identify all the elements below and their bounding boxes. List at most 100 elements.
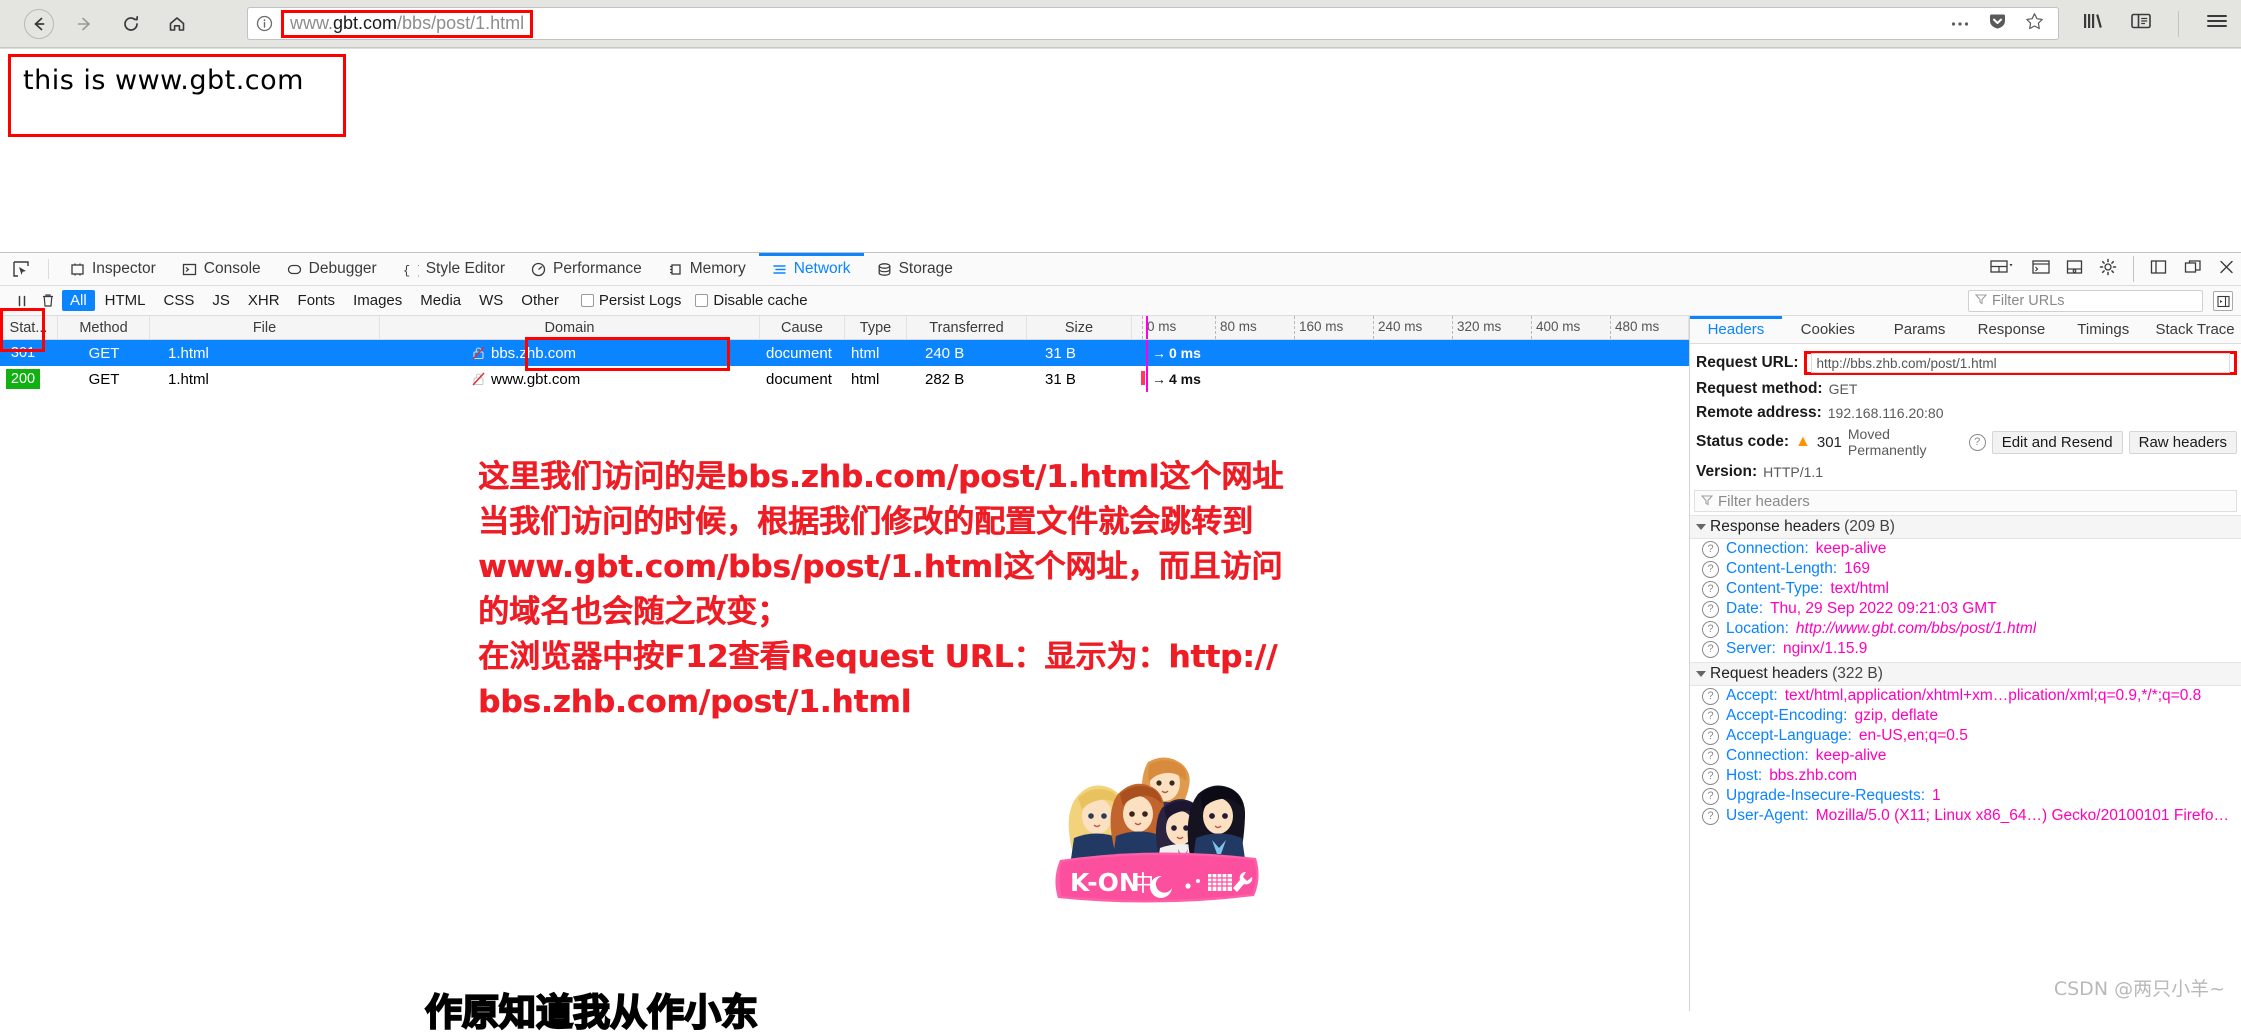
screenshot-icon[interactable] xyxy=(2066,259,2083,280)
network-filter-ws[interactable]: WS xyxy=(471,290,511,311)
filter-headers-input[interactable]: Filter headers xyxy=(1694,490,2237,512)
network-filter-html[interactable]: HTML xyxy=(97,290,154,311)
close-icon[interactable] xyxy=(2218,259,2235,280)
row-timeline: → 4 ms xyxy=(1132,366,1689,392)
request-url-value[interactable]: http://bbs.zhb.com/post/1.html xyxy=(1811,353,2230,373)
element-picker-icon[interactable] xyxy=(8,257,34,281)
header-name: Host: xyxy=(1726,767,1763,784)
help-icon[interactable]: ? xyxy=(1702,767,1719,785)
column-header-type[interactable]: Type xyxy=(845,316,907,339)
back-arrow-icon[interactable] xyxy=(24,8,54,39)
devtools-tab-storage[interactable]: Storage xyxy=(864,253,966,286)
filter-urls-input[interactable]: Filter URLs xyxy=(1968,290,2203,312)
memory-icon xyxy=(668,262,683,277)
column-header-status[interactable]: Stat... xyxy=(0,316,58,339)
detach-window-icon[interactable] xyxy=(2184,259,2202,280)
header-name: Content-Length: xyxy=(1726,560,1838,577)
help-icon[interactable]: ? xyxy=(1702,707,1719,725)
help-icon[interactable]: ? xyxy=(1702,580,1719,598)
responsive-layout-icon[interactable] xyxy=(1990,259,2016,280)
annotation-text: 这里我们访问的是bbs.zhb.com/post/1.html这个网址 当我们访… xyxy=(478,455,1378,725)
tab-label: Inspector xyxy=(92,260,156,277)
library-icon[interactable] xyxy=(2082,11,2104,36)
performance-icon xyxy=(531,262,546,277)
raw-headers-button[interactable]: Raw headers xyxy=(2128,430,2237,454)
help-icon[interactable]: ? xyxy=(1968,433,1986,451)
row-status: 200 xyxy=(0,366,58,392)
table-row[interactable]: 301 GET 1.html bbs.zhb.com document html… xyxy=(0,340,1689,366)
edit-and-resend-button[interactable]: Edit and Resend xyxy=(1991,430,2123,454)
network-filter-images[interactable]: Images xyxy=(345,290,410,311)
toggle-details-pane-icon[interactable] xyxy=(2213,291,2233,311)
row-cause: document xyxy=(766,344,832,362)
network-filter-all[interactable]: All xyxy=(62,290,95,311)
help-icon[interactable]: ? xyxy=(1702,620,1719,638)
bookmark-star-icon[interactable] xyxy=(2025,12,2044,36)
header-value: bbs.zhb.com xyxy=(1769,767,1858,784)
help-icon[interactable]: ? xyxy=(1702,640,1719,658)
details-tab-response[interactable]: Response xyxy=(1965,316,2057,343)
details-tab-timings[interactable]: Timings xyxy=(2057,316,2149,343)
response-headers-section-header[interactable]: Response headers (209 B) xyxy=(1690,515,2241,539)
sidebar-icon[interactable] xyxy=(2130,11,2152,36)
forward-arrow-icon[interactable] xyxy=(70,9,100,39)
style-editor-icon: { } xyxy=(403,262,419,277)
insecure-lock-icon xyxy=(472,346,485,360)
pause-icon[interactable] xyxy=(10,290,34,312)
devtools-tab-debugger[interactable]: Debugger xyxy=(274,253,390,286)
reload-icon[interactable] xyxy=(116,9,146,39)
checkbox-box xyxy=(695,294,709,307)
help-icon[interactable]: ? xyxy=(1702,600,1719,618)
disable-cache-checkbox[interactable]: Disable cache xyxy=(695,292,808,309)
devtools-tab-memory[interactable]: Memory xyxy=(655,253,759,286)
details-tab-params[interactable]: Params xyxy=(1874,316,1966,343)
details-tab-stack-trace[interactable]: Stack Trace xyxy=(2149,316,2241,343)
timeline-tick: 240 ms xyxy=(1373,316,1422,339)
row-transferred: 282 B xyxy=(925,370,965,388)
split-console-icon[interactable] xyxy=(2032,259,2050,280)
network-filter-xhr[interactable]: XHR xyxy=(240,290,288,311)
row-domain: bbs.zhb.com xyxy=(380,340,760,366)
timeline-tick: 0 ms xyxy=(1142,316,1176,339)
column-header-method[interactable]: Method xyxy=(58,316,150,339)
network-filter-js[interactable]: JS xyxy=(204,290,238,311)
details-tab-cookies[interactable]: Cookies xyxy=(1782,316,1874,343)
column-header-transferred[interactable]: Transferred xyxy=(907,316,1027,339)
dock-side-icon[interactable] xyxy=(2150,259,2168,280)
help-icon[interactable]: ? xyxy=(1702,807,1719,825)
help-icon[interactable]: ? xyxy=(1702,540,1719,558)
column-header-cause[interactable]: Cause xyxy=(760,316,845,339)
devtools-tab-style-editor[interactable]: { } Style Editor xyxy=(390,253,518,286)
network-filter-fonts[interactable]: Fonts xyxy=(290,290,344,311)
hamburger-menu-icon[interactable] xyxy=(2205,11,2229,36)
devtools-tab-console[interactable]: Console xyxy=(169,253,274,286)
help-icon[interactable]: ? xyxy=(1702,747,1719,765)
column-header-file[interactable]: File xyxy=(150,316,380,339)
timeline-tick: 480 ms xyxy=(1610,316,1659,339)
help-icon[interactable]: ? xyxy=(1702,787,1719,805)
column-header-domain[interactable]: Domain xyxy=(380,316,760,339)
header-value[interactable]: http://www.gbt.com/bbs/post/1.html xyxy=(1796,620,2036,638)
pocket-icon[interactable] xyxy=(1988,12,2007,36)
page-info-icon[interactable] xyxy=(256,15,273,32)
timeline-tick: 400 ms xyxy=(1531,316,1580,339)
url-bar[interactable]: www.gbt.com/bbs/post/1.html xyxy=(247,7,2059,40)
persist-logs-checkbox[interactable]: Persist Logs xyxy=(580,292,681,309)
help-icon[interactable]: ? xyxy=(1702,560,1719,578)
column-header-size[interactable]: Size xyxy=(1027,316,1132,339)
page-actions-ellipsis-icon[interactable] xyxy=(1950,15,1970,33)
devtools-tab-performance[interactable]: Performance xyxy=(518,253,655,286)
request-headers-section-header[interactable]: Request headers (322 B) xyxy=(1690,662,2241,686)
network-filter-media[interactable]: Media xyxy=(412,290,469,311)
devtools-tab-network[interactable]: Network xyxy=(759,253,864,286)
help-icon[interactable]: ? xyxy=(1702,687,1719,705)
home-icon[interactable] xyxy=(162,9,192,39)
gear-icon[interactable] xyxy=(2099,258,2117,281)
help-icon[interactable]: ? xyxy=(1702,727,1719,745)
network-filter-other[interactable]: Other xyxy=(513,290,567,311)
table-row[interactable]: 200 GET 1.html www.gbt.com document html… xyxy=(0,366,1689,392)
network-filter-css[interactable]: CSS xyxy=(156,290,203,311)
devtools-tab-inspector[interactable]: Inspector xyxy=(57,253,169,286)
details-tab-headers[interactable]: Headers xyxy=(1690,316,1782,343)
clear-trash-icon[interactable] xyxy=(36,290,60,312)
